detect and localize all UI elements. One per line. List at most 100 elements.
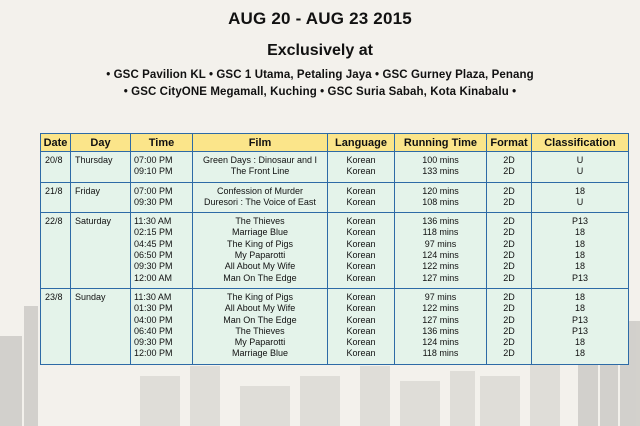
cell-day	[70, 227, 131, 239]
venues-line-1: • GSC Pavilion KL • GSC 1 Utama, Petalin…	[106, 69, 534, 81]
cell-day	[70, 337, 131, 349]
column-header-format: Format	[486, 133, 532, 152]
cell-running-time: 100 mins	[394, 151, 487, 167]
cell-format: 2D	[486, 250, 532, 262]
cell-time: 06:50 PM	[130, 250, 193, 262]
cell-running-time: 97 mins	[394, 287, 487, 304]
cell-running-time: 118 mins	[394, 348, 487, 365]
cell-language: Korean	[327, 325, 395, 338]
cell-film: My Paparotti	[192, 337, 328, 349]
date-range-title: AUG 20 - AUG 23 2015	[228, 9, 412, 28]
cell-day: Friday	[70, 181, 131, 197]
cell-language: Korean	[327, 227, 395, 239]
cell-film: Confession of Murder	[192, 181, 328, 197]
table-row: 12:00 AM Man On The Edge Korean 127 mins 2D P…	[40, 272, 629, 289]
cell-classification: U	[531, 196, 629, 213]
cell-film: Man On The Edge	[192, 314, 328, 326]
cell-day	[70, 348, 131, 365]
cell-film: All About My Wife	[192, 303, 328, 315]
cell-film: The Thieves	[192, 325, 328, 338]
column-header-date: Date	[40, 133, 71, 152]
cell-language: Korean	[327, 250, 395, 262]
cell-classification: 18	[531, 250, 629, 262]
cell-date	[40, 261, 71, 273]
cell-running-time: 122 mins	[394, 303, 487, 315]
cell-date: 20/8	[40, 151, 71, 167]
cell-date: 22/8	[40, 212, 71, 228]
cell-time: 04:00 PM	[130, 314, 193, 326]
cell-language: Korean	[327, 212, 395, 228]
table-row: 06:50 PM My Paparotti Korean 124 mins 2D 18	[40, 250, 629, 262]
cell-date	[40, 325, 71, 338]
cell-film: Duresori : The Voice of East	[192, 196, 328, 213]
cell-date	[40, 272, 71, 289]
cell-format: 2D	[486, 181, 532, 197]
cell-time: 09:30 PM	[130, 196, 193, 213]
cell-format: 2D	[486, 227, 532, 239]
cell-time: 11:30 AM	[130, 287, 193, 304]
table-row: 09:30 PM Duresori : The Voice of East Kore…	[40, 196, 629, 213]
cell-language: Korean	[327, 287, 395, 304]
cell-date	[40, 314, 71, 326]
cell-day	[70, 314, 131, 326]
cell-date	[40, 166, 71, 183]
cell-format: 2D	[486, 287, 532, 304]
column-header-day: Day	[70, 133, 131, 152]
exclusively-at-heading: Exclusively at	[267, 42, 373, 59]
cell-time: 04:45 PM	[130, 238, 193, 251]
cell-classification: 18	[531, 337, 629, 349]
cell-time: 09:10 PM	[130, 166, 193, 183]
cell-film: The King of Pigs	[192, 238, 328, 251]
cell-running-time: 122 mins	[394, 261, 487, 273]
cell-film: Marriage Blue	[192, 348, 328, 365]
cell-classification: U	[531, 151, 629, 167]
cell-time: 09:30 PM	[130, 261, 193, 273]
cell-time: 01:30 PM	[130, 303, 193, 315]
table-row: 21/8 Friday 07:00 PM Confession of Murder Ko…	[40, 181, 629, 197]
table-row: 12:00 PM Marriage Blue Korean 118 mins 2D 18	[40, 348, 629, 365]
cell-format: 2D	[486, 272, 532, 289]
cell-day: Sunday	[70, 287, 131, 304]
cell-language: Korean	[327, 272, 395, 289]
cell-language: Korean	[327, 337, 395, 349]
cell-date	[40, 337, 71, 349]
cell-day	[70, 261, 131, 273]
cell-running-time: 124 mins	[394, 250, 487, 262]
column-header-film: Film	[192, 133, 328, 152]
cell-format: 2D	[486, 212, 532, 228]
cell-running-time: 127 mins	[394, 314, 487, 326]
cell-running-time: 133 mins	[394, 166, 487, 183]
cell-film: Man On The Edge	[192, 272, 328, 289]
cell-time: 02:15 PM	[130, 227, 193, 239]
cell-film: All About My Wife	[192, 261, 328, 273]
cell-language: Korean	[327, 238, 395, 251]
cell-time: 07:00 PM	[130, 151, 193, 167]
screening-schedule-table: Date Day Time Film Language Running Time…	[40, 133, 629, 365]
cell-running-time: 97 mins	[394, 238, 487, 251]
cell-time: 12:00 PM	[130, 348, 193, 365]
cell-film: The King of Pigs	[192, 287, 328, 304]
cell-date	[40, 196, 71, 213]
cell-day: Thursday	[70, 151, 131, 167]
cell-classification: 18	[531, 227, 629, 239]
schedule-body: 20/8 Thursday 07:00 PM Green Days : Dinosau…	[40, 151, 629, 365]
cell-classification: P13	[531, 325, 629, 338]
table-row: 09:30 PM All About My Wife Korean 122 mins 2…	[40, 261, 629, 273]
cell-day	[70, 250, 131, 262]
cell-language: Korean	[327, 314, 395, 326]
cell-running-time: 136 mins	[394, 212, 487, 228]
table-row: 04:00 PM Man On The Edge Korean 127 mins 2D P…	[40, 314, 629, 326]
cell-date: 21/8	[40, 181, 71, 197]
cell-time: 09:30 PM	[130, 337, 193, 349]
cell-day	[70, 166, 131, 183]
cell-running-time: 108 mins	[394, 196, 487, 213]
cell-date	[40, 227, 71, 239]
cell-day	[70, 196, 131, 213]
cell-format: 2D	[486, 261, 532, 273]
table-row: 04:45 PM The King of Pigs Korean 97 mins 2D 1…	[40, 238, 629, 251]
cell-classification: 18	[531, 261, 629, 273]
cell-format: 2D	[486, 238, 532, 251]
table-header-row: Date Day Time Film Language Running Time…	[40, 133, 629, 152]
cell-running-time: 120 mins	[394, 181, 487, 197]
column-header-running-time: Running Time	[394, 133, 487, 152]
